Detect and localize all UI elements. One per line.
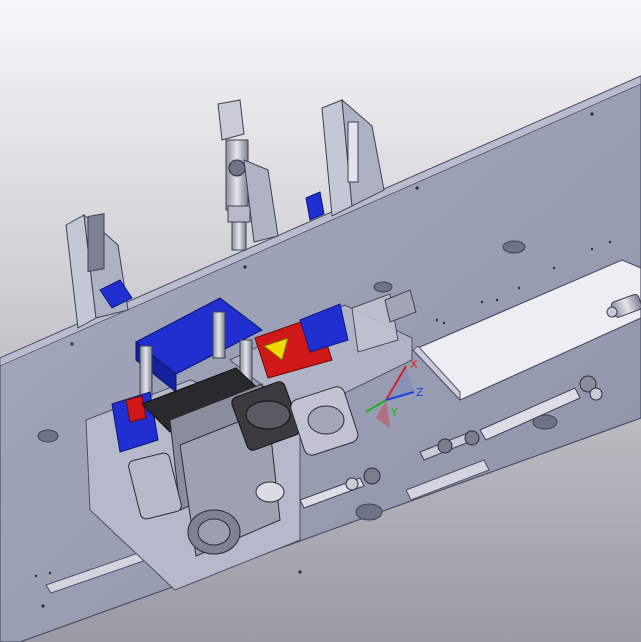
triad-y-label: Y bbox=[390, 406, 398, 419]
cad-model-view[interactable]: X Y Z bbox=[0, 0, 641, 642]
triad-x-label: X bbox=[410, 358, 418, 371]
triad-z-label: Z bbox=[416, 386, 424, 399]
cad-viewport[interactable]: X Y Z bbox=[0, 0, 641, 642]
